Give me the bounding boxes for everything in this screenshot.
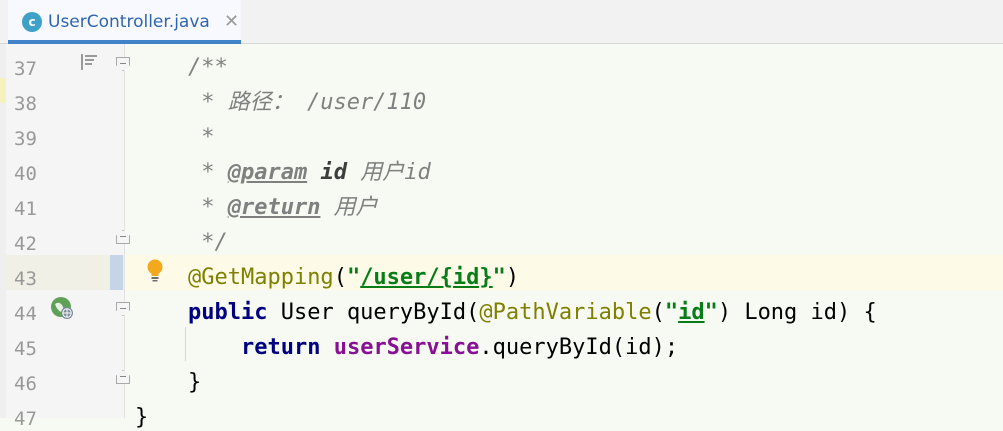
code-line[interactable]: return userService.queryById(id); <box>135 335 678 361</box>
close-icon[interactable]: ✕ <box>224 11 239 33</box>
caret-row-marker <box>110 255 123 290</box>
line-number: 46 <box>14 373 37 395</box>
code-line[interactable]: * <box>135 125 214 151</box>
indent-guide <box>185 327 186 361</box>
code-token: userService <box>333 335 480 360</box>
code-token: /user/{id} <box>360 265 493 290</box>
code-token: @GetMapping <box>187 265 334 290</box>
code-token: .queryById(id); <box>479 335 679 360</box>
code-line[interactable]: */ <box>135 230 228 256</box>
line-number: 43 <box>14 268 37 290</box>
code-token: 用户 <box>320 195 378 220</box>
code-token: } <box>135 370 202 395</box>
code-token: * 路径： /user/110 <box>135 90 427 115</box>
code-token: */ <box>135 230 228 255</box>
code-line[interactable]: * 路径： /user/110 <box>135 90 426 116</box>
intention-bulb-icon[interactable] <box>146 258 164 282</box>
code-token: ( <box>333 265 347 290</box>
change-marker <box>0 78 6 103</box>
code-token: ) Long id) { <box>717 300 877 325</box>
line-number: 38 <box>14 93 37 115</box>
web-endpoint-icon[interactable] <box>50 296 74 320</box>
code-token: return <box>240 335 321 360</box>
code-token: " <box>346 265 361 290</box>
code-token: * <box>135 160 228 185</box>
code-token: id <box>678 300 705 325</box>
line-number: 45 <box>14 338 37 360</box>
code-token: /** <box>135 55 228 80</box>
line-number: 47 <box>14 408 37 430</box>
line-number: 41 <box>14 198 37 220</box>
code-token: " <box>492 265 506 290</box>
line-number: 40 <box>14 163 37 185</box>
code-line[interactable]: /** <box>135 55 228 81</box>
documentation-toggle-icon[interactable] <box>80 53 98 71</box>
editor-tab-bar: c UserController.java ✕ <box>0 0 1003 44</box>
code-line[interactable]: * @return 用户 <box>135 195 378 221</box>
code-token: ) <box>505 265 520 290</box>
class-c-icon: c <box>22 12 42 32</box>
code-token: public <box>187 300 268 325</box>
line-number: 42 <box>14 233 37 255</box>
code-token: ( <box>651 300 665 325</box>
line-number: 44 <box>14 303 37 325</box>
code-token: * <box>135 125 215 150</box>
tab-usercontroller[interactable]: c UserController.java ✕ <box>8 0 241 44</box>
code-token: id <box>320 160 347 185</box>
code-token: @return <box>227 195 321 220</box>
line-number: 37 <box>14 58 37 80</box>
line-number: 39 <box>14 128 37 150</box>
code-token: User queryById( <box>267 300 480 325</box>
code-token: " <box>704 300 718 325</box>
code-token: @param <box>227 160 308 185</box>
code-line[interactable]: * @param id 用户id <box>135 160 431 186</box>
tab-label: UserController.java <box>48 12 210 32</box>
code-token: 用户id <box>346 160 431 185</box>
code-token: @PathVariable <box>479 300 652 325</box>
code-line[interactable]: } <box>135 370 201 396</box>
code-token: * <box>135 195 228 220</box>
code-line[interactable]: } <box>135 405 148 431</box>
code-line[interactable]: public User queryById(@PathVariable("id"… <box>135 300 877 326</box>
code-line[interactable]: @GetMapping("/user/{id}") <box>135 265 519 291</box>
code-token: " <box>664 300 679 325</box>
